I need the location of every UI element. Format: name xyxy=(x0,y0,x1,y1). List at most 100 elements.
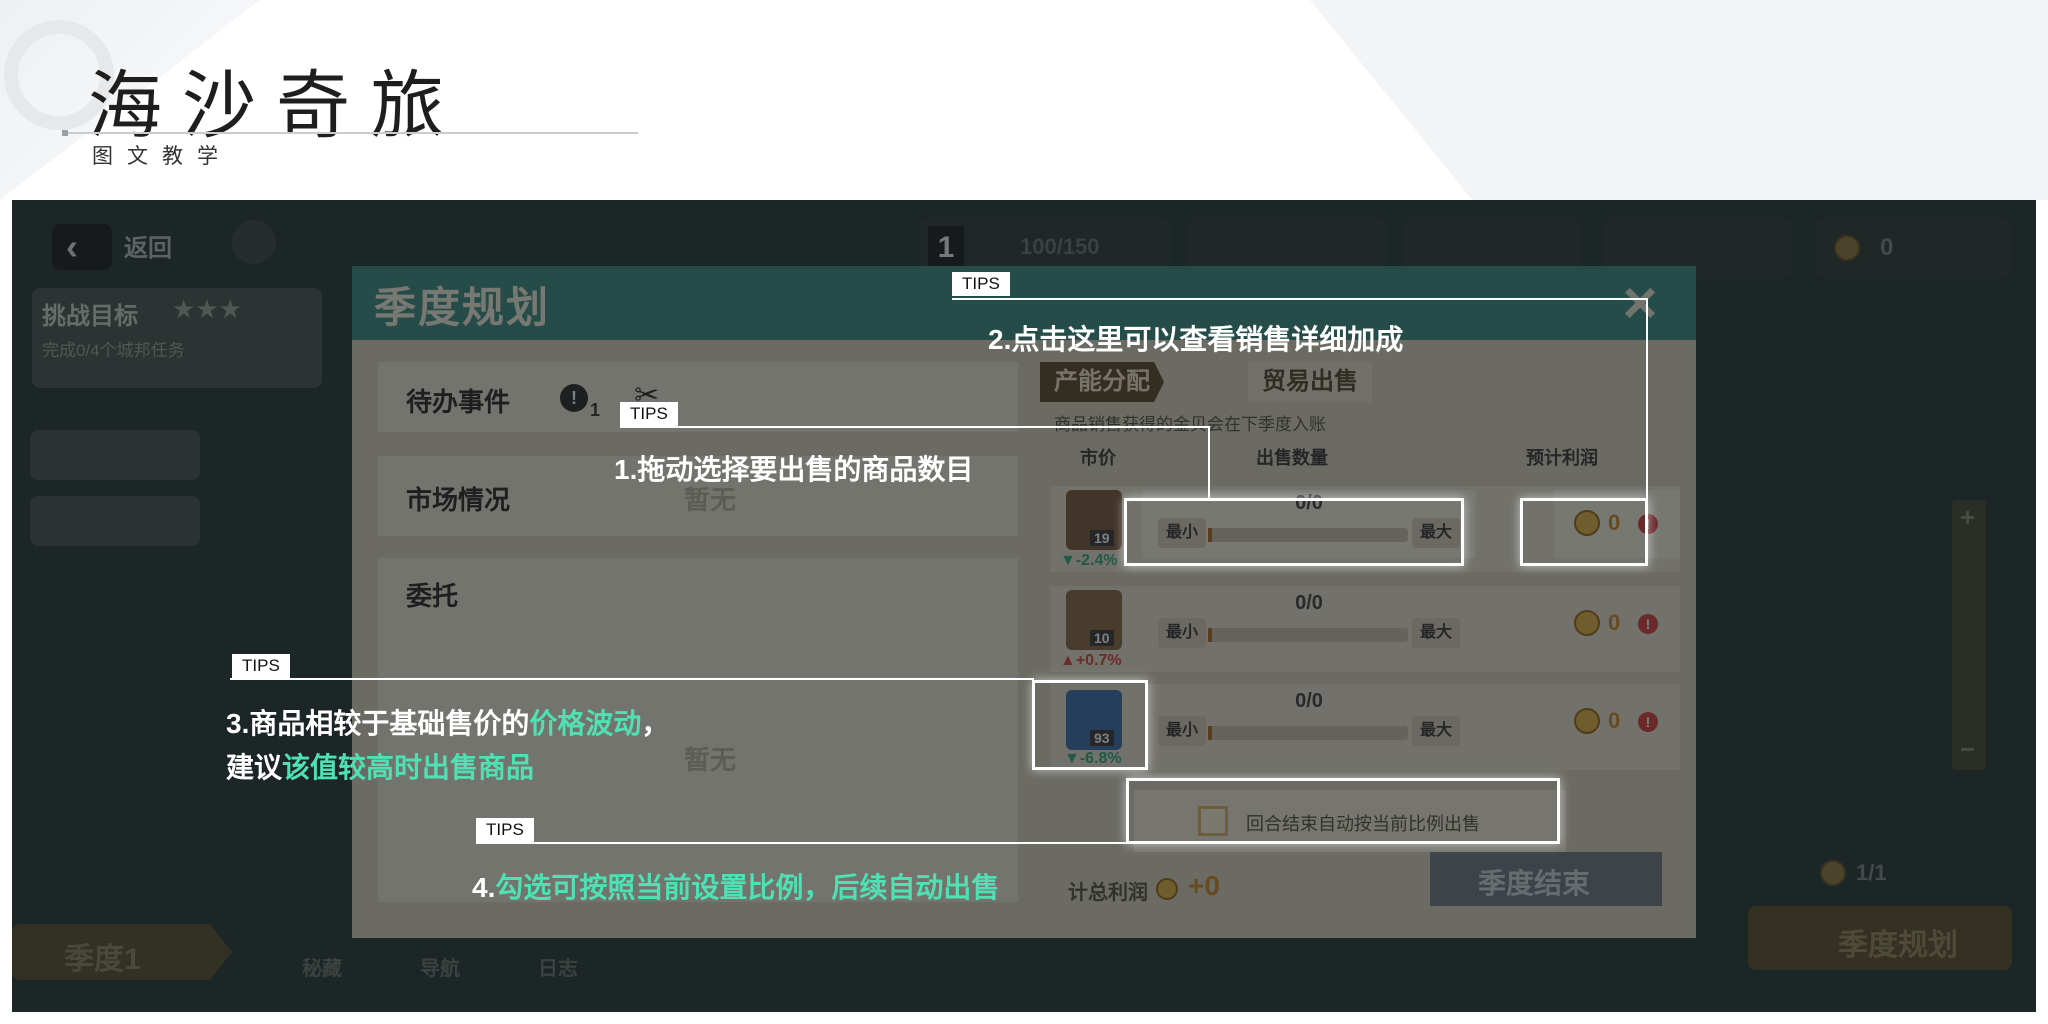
close-icon[interactable]: × xyxy=(1614,273,1666,333)
slider-track[interactable] xyxy=(1208,628,1408,642)
zoom-out-icon[interactable]: − xyxy=(1960,734,1975,765)
tab-production[interactable]: 产能分配 xyxy=(1040,362,1164,402)
coin-icon xyxy=(1834,235,1860,261)
back-label[interactable]: 返回 xyxy=(124,228,172,263)
total-profit-label: 计总利润 xyxy=(1068,882,1148,904)
profit-highlight xyxy=(1520,498,1648,566)
price-change: ▲+0.7% xyxy=(1060,652,1122,669)
bottom-tab-treasure[interactable]: 秘藏 xyxy=(302,952,342,981)
coin-counter: 0 xyxy=(1816,218,2012,278)
total-profit-value: +0 xyxy=(1188,870,1220,901)
challenge-label: 挑战目标 xyxy=(42,303,138,330)
tip-4-highlight: 勾选可按照当前设置比例，后续自动出售 xyxy=(495,872,1000,903)
tip-3-highlight: 价格波动 xyxy=(529,708,642,739)
callout-line-3 xyxy=(230,678,1034,680)
callout-line-1-vertical xyxy=(1208,426,1210,498)
bottom-tab-log[interactable]: 日志 xyxy=(538,952,578,981)
column-price: 市价 xyxy=(1080,448,1116,468)
column-quantity: 出售数量 xyxy=(1256,448,1328,468)
slider-fill xyxy=(1208,628,1212,642)
zoom-in-icon[interactable]: + xyxy=(1960,502,1975,533)
tip-1-text: 1.拖动选择要出售的商品数目 xyxy=(614,454,974,485)
callout-line-4 xyxy=(476,842,1128,844)
min-button[interactable]: 最小 xyxy=(1158,716,1207,746)
header-background-shape-right xyxy=(1310,0,2048,200)
tip-3-text: 3.商品相较于基础售价的价格波动， xyxy=(226,702,669,742)
item-price: 10 xyxy=(1090,630,1114,646)
bottom-tab-navigation[interactable]: 导航 xyxy=(420,952,460,981)
coin-icon xyxy=(1156,878,1178,900)
tips-label-2: TIPS xyxy=(952,272,1010,296)
callout-line-1 xyxy=(620,426,1210,428)
auto-sell-highlight xyxy=(1126,778,1560,844)
warning-icon[interactable]: ! xyxy=(1638,712,1658,732)
tips-label-1: TIPS xyxy=(620,402,678,426)
slider-fill xyxy=(1208,726,1212,740)
page-counter-box: 1/1 xyxy=(1816,856,1926,892)
commission-value: 暂无 xyxy=(684,745,737,775)
end-season-label: 季度结束 xyxy=(1478,868,1591,899)
tip-3-prefix: 3.商品相较于基础售价的 xyxy=(226,708,530,739)
side-task-item[interactable] xyxy=(30,496,200,546)
sales-notice: 商品销售获得的金贝会在下季度入账 xyxy=(1054,415,1326,434)
todo-events-label: 待办事件 xyxy=(406,387,511,417)
end-season-button[interactable]: 季度结束 xyxy=(1430,852,1662,906)
callout-line-2 xyxy=(952,298,1648,300)
resource-count: 100/150 xyxy=(1020,234,1100,259)
profit-value: 0 xyxy=(1608,708,1621,733)
profit-box[interactable]: 0 ! xyxy=(1554,688,1680,756)
zoom-slider[interactable]: + − xyxy=(1952,500,1986,770)
slider-highlight xyxy=(1124,498,1464,566)
min-button[interactable]: 最小 xyxy=(1158,618,1207,648)
coin-icon xyxy=(1574,610,1600,636)
tip-4-text: 4.勾选可按照当前设置比例，后续自动出售 xyxy=(472,866,999,906)
todo-badge-count: 1 xyxy=(590,400,601,420)
info-icon[interactable] xyxy=(232,220,276,264)
item-price: 19 xyxy=(1090,530,1114,546)
price-change: ▼-2.4% xyxy=(1060,552,1118,569)
quantity-slider[interactable]: 0/0 最小 最大 xyxy=(1142,688,1476,756)
challenge-panel: 挑战目标 ★★★ 完成0/4个城邦任务 xyxy=(32,288,322,388)
tip-3-line2-prefix: 建议 xyxy=(226,752,283,783)
star-rating: ★★★ xyxy=(172,294,242,324)
column-profit: 预计利润 xyxy=(1526,448,1598,468)
season-plan-label: 季度规划 xyxy=(1838,929,1958,962)
season-banner: 季度1 xyxy=(12,924,232,980)
alert-icon: ! xyxy=(560,384,588,412)
price-change-highlight xyxy=(1032,680,1148,770)
page-title: 海沙奇旅 xyxy=(88,63,464,149)
season-label: 季度1 xyxy=(64,943,141,976)
tip-2-text: 2.点击这里可以查看销售详细加成 xyxy=(988,324,1404,355)
slider-track[interactable] xyxy=(1208,726,1408,740)
table-row: 10 ▲+0.7% 0/0 最小 最大 0 ! xyxy=(1050,586,1680,672)
tip-3-suffix: ， xyxy=(641,708,670,739)
coin-icon xyxy=(1820,860,1846,886)
tip-3-line2-highlight: 该值较高时出售商品 xyxy=(282,752,535,783)
challenge-progress: 完成0/4个城邦任务 xyxy=(42,341,185,360)
tip-3-line2: 建议该值较高时出售商品 xyxy=(226,746,534,786)
max-button[interactable]: 最大 xyxy=(1412,716,1461,746)
commission-label: 委托 xyxy=(406,581,459,611)
profit-value: 0 xyxy=(1608,610,1621,635)
warning-icon[interactable]: ! xyxy=(1638,614,1658,634)
quantity-slider[interactable]: 0/0 最小 最大 xyxy=(1142,590,1476,658)
quantity-value: 0/0 xyxy=(1295,690,1323,712)
coin-icon xyxy=(1574,708,1600,734)
tip-4-prefix: 4. xyxy=(472,872,496,903)
page-counter: 1/1 xyxy=(1856,860,1887,885)
profit-box[interactable]: 0 ! xyxy=(1554,590,1680,658)
tab-trade-sell[interactable]: 贸易出售 xyxy=(1248,362,1372,402)
tips-label-4: TIPS xyxy=(476,818,534,842)
divider-dot xyxy=(62,130,68,136)
chevron-left-icon: ‹ xyxy=(66,226,78,267)
season-plan-button[interactable]: 季度规划 xyxy=(1748,906,2012,970)
callout-line-2-vertical xyxy=(1646,298,1648,498)
side-task-item[interactable] xyxy=(30,430,200,480)
todo-events-panel[interactable]: 待办事件 ! 1 ✂ xyxy=(378,362,1018,432)
max-button[interactable]: 最大 xyxy=(1412,618,1461,648)
dialog-title: 季度规划 xyxy=(374,284,551,331)
page-subtitle: 图文教学 xyxy=(92,145,232,168)
tips-label-3: TIPS xyxy=(232,654,290,678)
title-divider xyxy=(64,132,638,134)
back-arrow-icon[interactable]: ‹ xyxy=(52,224,112,270)
